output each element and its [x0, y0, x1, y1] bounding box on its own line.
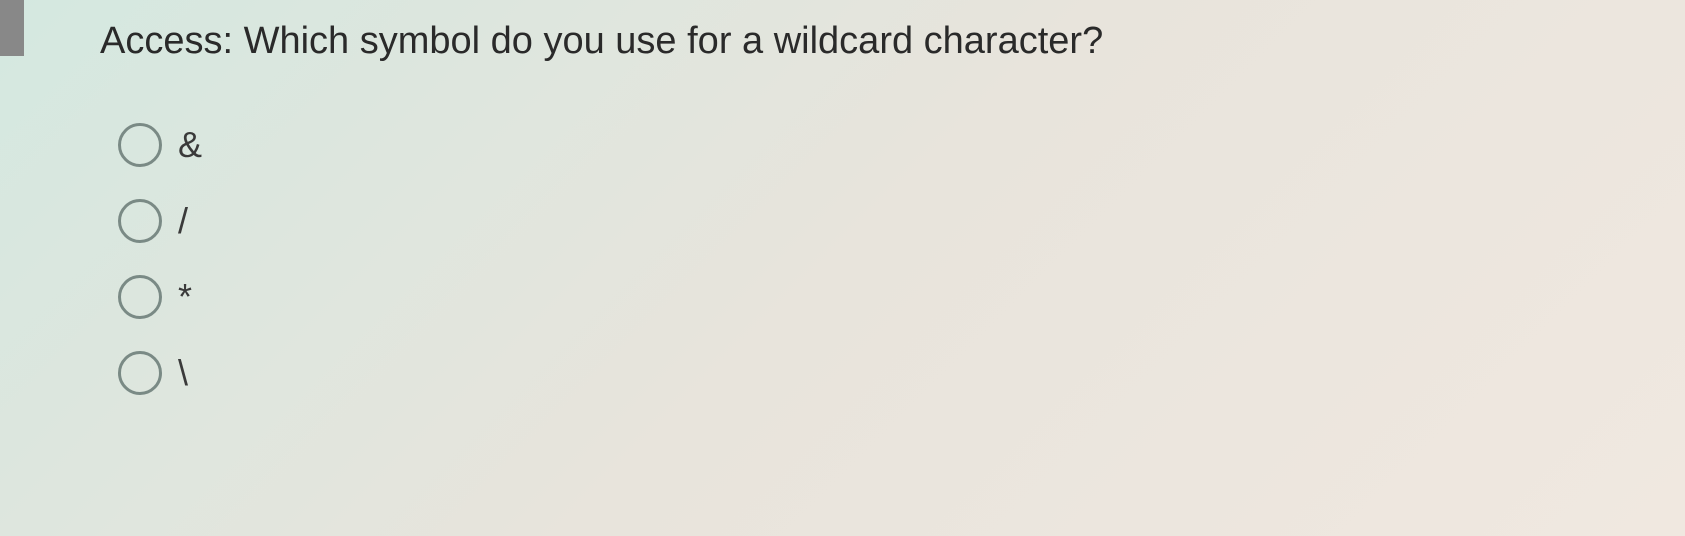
- left-edge-decoration: [0, 0, 24, 56]
- option-label: *: [178, 276, 192, 318]
- radio-button-icon: [118, 351, 162, 395]
- option-backslash[interactable]: \: [118, 351, 1685, 395]
- option-ampersand[interactable]: &: [118, 123, 1685, 167]
- question-text: Access: Which symbol do you use for a wi…: [100, 20, 1685, 63]
- option-asterisk[interactable]: *: [118, 275, 1685, 319]
- option-label: \: [178, 352, 188, 394]
- radio-button-icon: [118, 199, 162, 243]
- options-container: & / * \: [118, 123, 1685, 395]
- radio-button-icon: [118, 275, 162, 319]
- option-label: /: [178, 200, 188, 242]
- option-forward-slash[interactable]: /: [118, 199, 1685, 243]
- radio-button-icon: [118, 123, 162, 167]
- option-label: &: [178, 124, 202, 166]
